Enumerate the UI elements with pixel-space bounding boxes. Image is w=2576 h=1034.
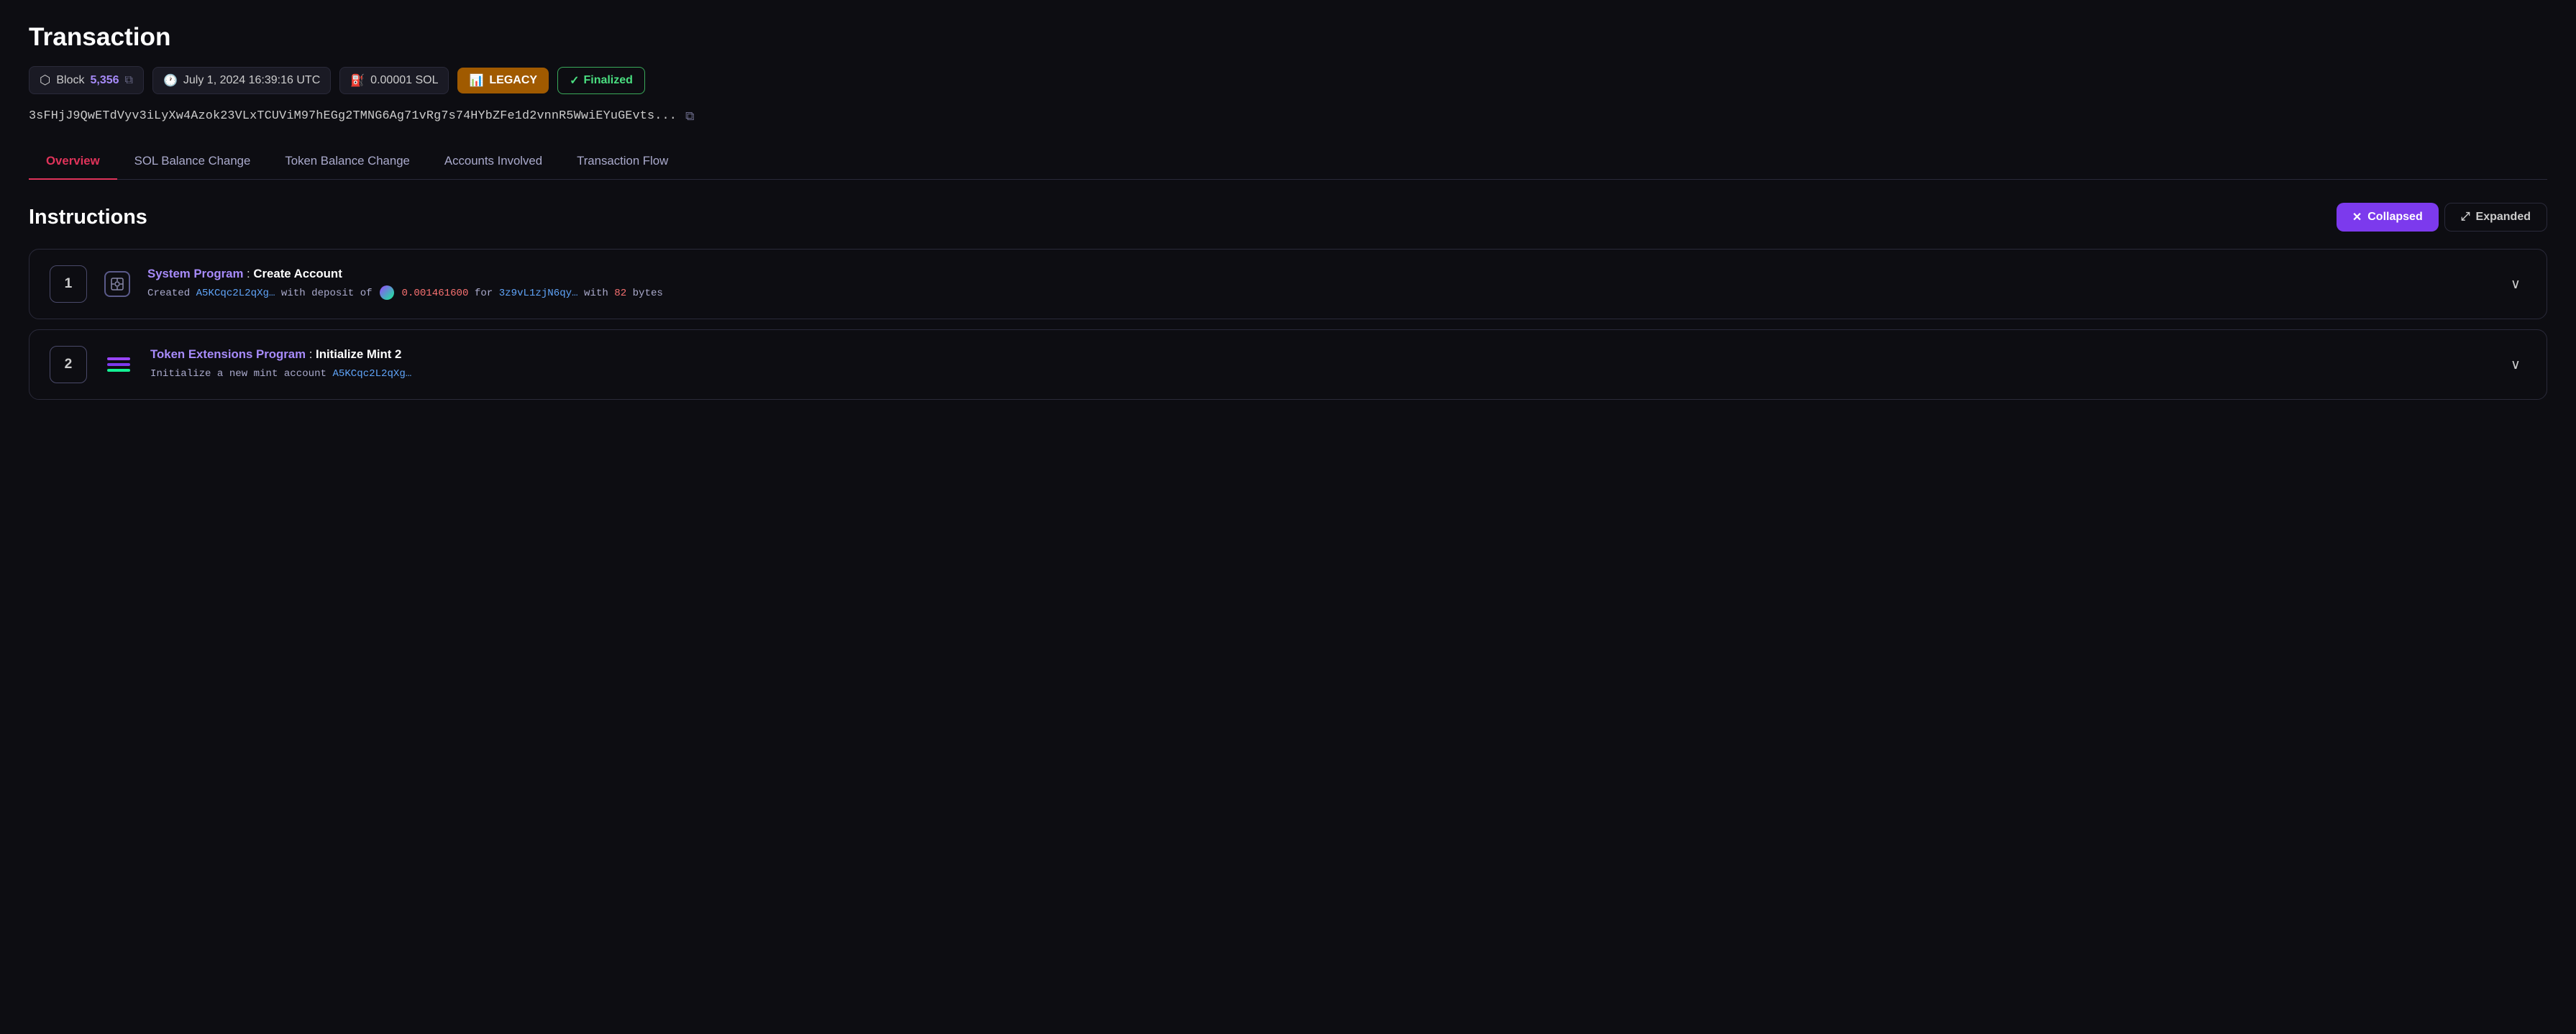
bytes-num-1: 82 (614, 288, 626, 299)
fee-value: 0.00001 SOL (370, 74, 438, 87)
tx-hash: 3sFHjJ9QwETdVyv3iLyXw4Azok23VLxTCUViM97h… (29, 109, 677, 123)
tx-hash-copy-button[interactable]: ⧉ (685, 109, 695, 124)
expanded-button[interactable]: ⤢ Expanded (2444, 203, 2547, 232)
desc-prefix-2: Initialize a new mint account (150, 368, 326, 380)
status-label: Finalized (583, 74, 632, 87)
instructions-header: Instructions ✕ Collapsed ⤢ Expanded (29, 203, 2547, 232)
fuel-icon: ⛽ (350, 73, 365, 88)
instruction-title-2: Token Extensions Program : Initialize Mi… (150, 347, 2488, 362)
collapsed-label: Collapsed (2367, 211, 2422, 224)
bars-icon: 📊 (469, 73, 483, 88)
instruction-content-1: System Program : Create Account Created … (147, 267, 2488, 302)
addr1-1[interactable]: A5KCqc2L2qXg… (196, 288, 275, 299)
tab-flow[interactable]: Transaction Flow (559, 144, 685, 180)
program-name-1[interactable]: System Program (147, 267, 243, 280)
collapse-icon: ✕ (2352, 210, 2362, 224)
desc-prefix-1: Created (147, 288, 190, 299)
meta-row: ⬡ Block 5,356 ⧉ 🕐 July 1, 2024 16:39:16 … (29, 66, 2547, 94)
tab-accounts[interactable]: Accounts Involved (427, 144, 559, 180)
block-number: 5,356 (91, 74, 119, 87)
method-name-2: Initialize Mint 2 (316, 347, 401, 361)
date-badge: 🕐 July 1, 2024 16:39:16 UTC (152, 67, 331, 94)
tabs-navigation: Overview SOL Balance Change Token Balanc… (29, 144, 2547, 180)
tab-sol-balance[interactable]: SOL Balance Change (117, 144, 268, 180)
tx-hash-row: 3sFHjJ9QwETdVyv3iLyXw4Azok23VLxTCUViM97h… (29, 109, 2547, 124)
token-extensions-icon (104, 350, 133, 379)
program-name-2[interactable]: Token Extensions Program (150, 347, 306, 361)
page-title: Transaction (29, 23, 2547, 52)
bytes-suffix-1: bytes (633, 288, 663, 299)
addr2-1[interactable]: 3z9vL1zjN6qy… (499, 288, 578, 299)
expand-icon: ⤢ (2461, 211, 2470, 224)
fee-badge: ⛽ 0.00001 SOL (339, 67, 449, 94)
type-label: LEGACY (489, 74, 537, 87)
instruction-card-2: 2 Token Extensions Program : Initialize … (29, 329, 2547, 400)
date-value: July 1, 2024 16:39:16 UTC (183, 74, 320, 87)
desc-mid1-1: with deposit of (281, 288, 373, 299)
instruction-number-1: 1 (50, 265, 87, 303)
status-badge: ✓ Finalized (557, 67, 645, 94)
instruction-chevron-2[interactable]: ∨ (2505, 353, 2526, 376)
tab-overview[interactable]: Overview (29, 144, 117, 180)
block-copy-icon[interactable]: ⧉ (125, 74, 133, 87)
collapsed-button[interactable]: ✕ Collapsed (2337, 203, 2439, 232)
cube-icon: ⬡ (40, 73, 50, 88)
amount-1: 0.001461600 (402, 288, 469, 299)
addr1-2[interactable]: A5KCqc2L2qXg… (332, 368, 411, 380)
expanded-label: Expanded (2476, 211, 2531, 224)
instruction-chevron-1[interactable]: ∨ (2505, 273, 2526, 296)
instruction-desc-2: Initialize a new mint account A5KCqc2L2q… (150, 366, 2488, 383)
system-program-icon (104, 271, 130, 297)
tab-token-balance[interactable]: Token Balance Change (268, 144, 427, 180)
instruction-card-1: 1 System Program : Create Account Create… (29, 249, 2547, 319)
instructions-section: Instructions ✕ Collapsed ⤢ Expanded 1 (29, 203, 2547, 400)
block-badge: ⬡ Block 5,356 ⧉ (29, 66, 144, 94)
sol-logo-icon (380, 285, 394, 300)
desc-mid3-1: with (584, 288, 608, 299)
method-name-1: Create Account (253, 267, 342, 280)
instruction-desc-1: Created A5KCqc2L2qXg… with deposit of 0.… (147, 285, 2488, 302)
instruction-title-1: System Program : Create Account (147, 267, 2488, 281)
type-badge: 📊 LEGACY (457, 68, 549, 93)
instructions-title: Instructions (29, 206, 147, 229)
clock-icon: 🕐 (163, 73, 178, 88)
instruction-number-2: 2 (50, 346, 87, 383)
desc-mid2-1: for (475, 288, 493, 299)
check-icon: ✓ (570, 73, 579, 88)
instruction-content-2: Token Extensions Program : Initialize Mi… (150, 347, 2488, 383)
view-toggle: ✕ Collapsed ⤢ Expanded (2337, 203, 2547, 232)
block-label: Block (56, 74, 84, 87)
